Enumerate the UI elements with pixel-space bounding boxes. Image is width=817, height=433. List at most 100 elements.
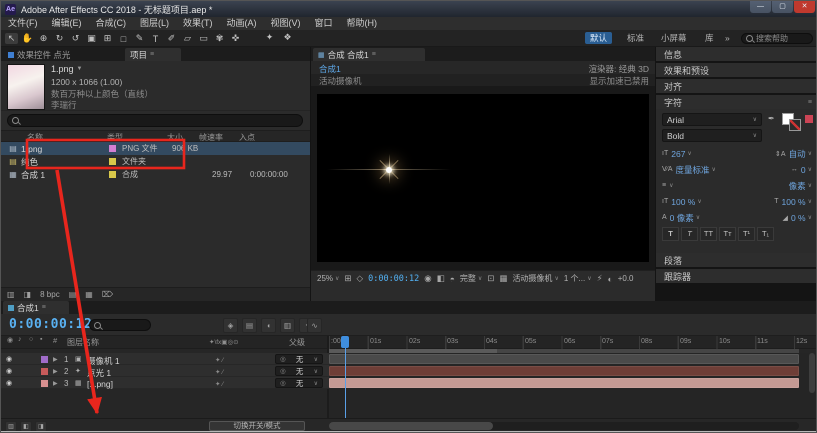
tab-timeline-comp1[interactable]: 合成1 ≡: [3, 301, 69, 314]
stroke-unit-value[interactable]: 像素: [789, 180, 806, 192]
panel-menu-icon[interactable]: ≡: [42, 304, 46, 311]
mini-flowchart-icon[interactable]: ◈: [223, 318, 238, 333]
expander-icon[interactable]: ▶: [53, 356, 58, 363]
menu-view[interactable]: 视图(V): [264, 17, 308, 30]
superscript-button[interactable]: T¹: [738, 226, 755, 241]
mask-visibility-icon[interactable]: ◇: [357, 273, 364, 284]
tab-composition[interactable]: ▦ 合成 合成1 ≡: [313, 48, 425, 61]
snapshot-icon[interactable]: ◉: [424, 273, 431, 284]
tsume-value[interactable]: 0 %: [791, 213, 806, 223]
baseline-shift-value[interactable]: 0 像素: [670, 212, 694, 224]
parent-column[interactable]: 父级: [289, 337, 305, 348]
comp-breadcrumb[interactable]: 合成1: [319, 63, 341, 75]
layer-row-1[interactable]: ◉ ▶ 1 ▣ 摄像机 1 ✦ ∕ ◎ 无 ∨: [1, 353, 329, 366]
orbit-camera-tool[interactable]: ↻: [53, 33, 66, 44]
faux-italic-button[interactable]: T: [681, 226, 698, 241]
pan-behind-tool[interactable]: ⊞: [101, 33, 114, 44]
parent-dropdown[interactable]: ◎ 无 ∨: [275, 366, 323, 376]
panel-tracker[interactable]: 跟踪器: [656, 269, 816, 283]
layer-switches[interactable]: ✦ ∕: [215, 380, 223, 388]
leading-value[interactable]: 自动: [789, 148, 806, 160]
vertical-scale-value[interactable]: 100 %: [671, 197, 695, 207]
hide-shy-layers-icon[interactable]: ◖: [261, 318, 276, 333]
lock-switch-icon[interactable]: ▪: [40, 336, 42, 343]
panel-paragraph[interactable]: 段落: [656, 253, 816, 267]
interpret-footage-icon[interactable]: ▥: [7, 290, 15, 299]
help-search-input[interactable]: 搜索帮助: [741, 32, 813, 44]
label-color-chip[interactable]: [41, 367, 48, 375]
selection-tool[interactable]: ↖: [5, 33, 18, 44]
eye-icon[interactable]: ◉: [6, 367, 12, 375]
fast-preview-icon[interactable]: ⚡: [597, 273, 603, 284]
label-color-chip[interactable]: [109, 171, 116, 178]
tab-effect-controls[interactable]: 效果控件 点光: [3, 48, 121, 61]
project-search-input[interactable]: [7, 114, 303, 127]
resolution-dropdown[interactable]: 完整 ∨: [460, 273, 482, 284]
tracking-value[interactable]: 0: [801, 165, 806, 175]
horizontal-scale-value[interactable]: 100 %: [781, 197, 805, 207]
workspace-small-screen[interactable]: 小屏幕: [661, 32, 687, 44]
renderer-label[interactable]: 渲染器: 经典 3D: [589, 63, 649, 75]
workspace-standard[interactable]: 标准: [627, 32, 644, 44]
close-button[interactable]: ✕: [794, 1, 815, 13]
expander-icon[interactable]: ▶: [53, 380, 58, 387]
shape-tool[interactable]: □: [117, 34, 130, 44]
chevron-down-icon[interactable]: ∨: [808, 214, 812, 221]
project-row-solids[interactable]: ▤ 纯色 文件夹: [1, 155, 310, 168]
layer-row-2[interactable]: ◉ ▶ 2 ✦ 点光 1 ✦ ∕ ◎ 无 ∨: [1, 365, 329, 378]
parent-dropdown[interactable]: ◎ 无 ∨: [275, 378, 323, 388]
eye-icon[interactable]: ◉: [6, 379, 12, 387]
workspace-default[interactable]: 默认: [585, 32, 613, 44]
light-point-icon[interactable]: [386, 166, 392, 173]
cti-line[interactable]: [344, 348, 346, 418]
frame-blending-icon[interactable]: ▥: [280, 318, 295, 333]
clone-stamp-tool[interactable]: ▱: [181, 33, 194, 44]
chevron-down-icon[interactable]: ∨: [696, 214, 700, 221]
solo-switch-icon[interactable]: ○: [29, 336, 33, 343]
cti-handle[interactable]: [341, 336, 349, 348]
panel-info[interactable]: 信息: [656, 47, 816, 61]
comp-timecode[interactable]: 0:00:00:12: [368, 274, 419, 284]
font-style-dropdown[interactable]: Bold ∨: [662, 129, 762, 142]
toolbar-extra-icon-2[interactable]: ❖: [281, 32, 294, 43]
horizontal-scrollbar-thumb[interactable]: [329, 421, 493, 430]
chevron-down-icon[interactable]: ∨: [712, 166, 716, 173]
small-caps-button[interactable]: Tᴛ: [719, 226, 736, 241]
trash-icon[interactable]: ⌦: [102, 290, 113, 299]
project-settings-icon[interactable]: ◨: [24, 290, 32, 299]
layer-duration-bar-3[interactable]: [329, 378, 799, 388]
exposure-value[interactable]: +0.0: [618, 274, 634, 283]
layer-switches[interactable]: ✦ ∕: [215, 356, 223, 364]
3d-view-dropdown[interactable]: 活动摄像机 ∨: [512, 273, 558, 284]
show-snapshot-icon[interactable]: ◧: [437, 273, 445, 284]
color-swatch-red[interactable]: [805, 115, 813, 123]
puppet-tool[interactable]: ✜: [229, 33, 242, 44]
layer-name-column[interactable]: 图层名称: [67, 337, 99, 348]
color-depth-button[interactable]: 8 bpc: [40, 290, 60, 299]
layer-duration-bar-2[interactable]: [329, 366, 799, 376]
channels-icon[interactable]: ◓: [450, 274, 455, 284]
chevron-down-icon[interactable]: ▼: [77, 66, 83, 72]
panel-effects-presets[interactable]: 效果和预设: [656, 63, 816, 77]
region-of-interest-icon[interactable]: ⊡: [487, 273, 494, 284]
label-color-chip[interactable]: [41, 379, 48, 387]
pen-tool[interactable]: ✎: [133, 33, 146, 44]
current-time-display[interactable]: 0:00:00:12: [9, 317, 92, 332]
minimize-button[interactable]: —: [750, 1, 771, 13]
pickwhip-icon[interactable]: ◎: [280, 355, 286, 363]
composition-canvas[interactable]: [317, 94, 649, 262]
zoom-tool[interactable]: ⊕: [37, 33, 50, 44]
eraser-tool[interactable]: ▭: [197, 33, 210, 44]
pickwhip-icon[interactable]: ◎: [280, 367, 286, 375]
exposure-icon[interactable]: ◐: [608, 274, 613, 284]
eye-icon[interactable]: ◉: [6, 355, 12, 363]
timeline-search-input[interactable]: [89, 319, 151, 331]
menu-edit[interactable]: 编辑(E): [45, 17, 89, 30]
menu-layer[interactable]: 图层(L): [133, 17, 176, 30]
panel-menu-icon[interactable]: ≡: [150, 51, 154, 58]
chevron-down-icon[interactable]: ∨: [808, 182, 812, 189]
layer-switches[interactable]: ✦ ∕: [215, 368, 223, 376]
all-caps-button[interactable]: TT: [700, 226, 717, 241]
workspace-overflow-icon[interactable]: »: [725, 32, 730, 44]
parent-dropdown[interactable]: ◎ 无 ∨: [275, 354, 323, 364]
